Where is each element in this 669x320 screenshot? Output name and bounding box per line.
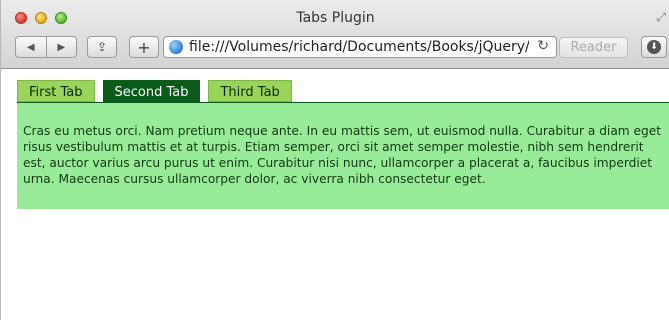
browser-window: Tabs Plugin ⤢ ◀ ▶ ⇪ + file:///Volumes/ri… <box>0 0 669 320</box>
add-icon: + <box>137 37 151 57</box>
download-icon: ⬇ <box>647 40 661 54</box>
add-bookmark-button[interactable]: + <box>129 36 159 58</box>
tab-panel: Cras eu metus orci. Nam pretium neque an… <box>17 102 669 209</box>
forward-arrow-icon[interactable]: ▶ <box>47 42 77 53</box>
share-icon: ⇪ <box>96 40 108 54</box>
reader-button[interactable]: Reader <box>559 37 628 58</box>
url-text[interactable]: file:///Volumes/richard/Documents/Books/… <box>189 39 529 55</box>
panel-text: Cras eu metus orci. Nam pretium neque an… <box>23 124 662 186</box>
downloads-button[interactable]: ⬇ <box>641 36 667 58</box>
window-title: Tabs Plugin <box>296 10 375 26</box>
globe-icon <box>169 40 183 54</box>
back-arrow-icon[interactable]: ◀ <box>16 42 46 53</box>
reload-icon[interactable]: ↻ <box>537 38 549 54</box>
address-bar[interactable]: file:///Volumes/richard/Documents/Books/… <box>163 36 557 58</box>
back-forward-group: ◀ ▶ <box>15 36 77 58</box>
share-button[interactable]: ⇪ <box>87 36 117 58</box>
tab-third[interactable]: Third Tab <box>208 80 292 102</box>
page-content: First Tab Second Tab Third Tab Cras eu m… <box>1 69 669 320</box>
tab-first[interactable]: First Tab <box>17 80 95 102</box>
title-toolbar: Tabs Plugin ⤢ ◀ ▶ ⇪ + file:///Volumes/ri… <box>1 0 669 69</box>
tab-bar: First Tab Second Tab Third Tab <box>17 80 300 102</box>
tab-second[interactable]: Second Tab <box>102 80 201 102</box>
fullscreen-icon[interactable]: ⤢ <box>656 10 666 25</box>
